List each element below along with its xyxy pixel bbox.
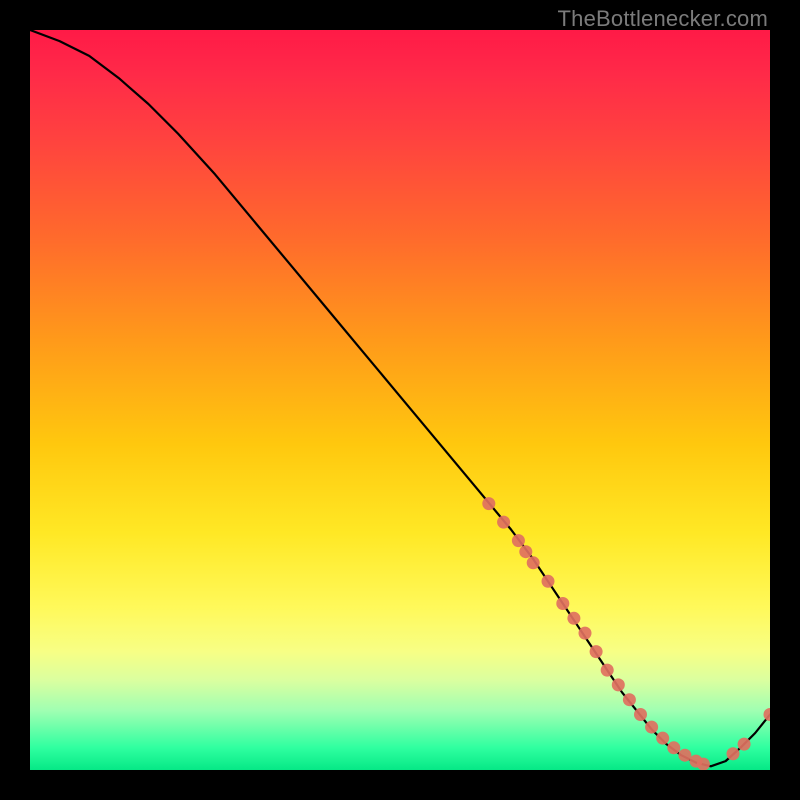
- marker-dot: [645, 721, 658, 734]
- marker-dot: [482, 497, 495, 510]
- marker-dot: [667, 741, 680, 754]
- marker-dot: [697, 758, 710, 770]
- marker-dot: [579, 627, 592, 640]
- chart-svg: [30, 30, 770, 770]
- marker-dot: [623, 693, 636, 706]
- marker-dot: [519, 545, 532, 558]
- marker-dot: [764, 708, 771, 721]
- marker-dot: [738, 738, 751, 751]
- marker-dot: [527, 556, 540, 569]
- marker-dot: [556, 597, 569, 610]
- marker-dot: [497, 516, 510, 529]
- plot-area: [30, 30, 770, 770]
- curve-line: [30, 30, 770, 766]
- marker-dot: [601, 664, 614, 677]
- marker-dot: [542, 575, 555, 588]
- chart-stage: TheBottlenecker.com: [0, 0, 800, 800]
- marker-dot: [567, 612, 580, 625]
- watermark-text: TheBottlenecker.com: [558, 6, 768, 32]
- marker-group: [482, 497, 770, 770]
- marker-dot: [512, 534, 525, 547]
- marker-dot: [656, 732, 669, 745]
- marker-dot: [590, 645, 603, 658]
- marker-dot: [678, 749, 691, 762]
- marker-dot: [612, 678, 625, 691]
- marker-dot: [727, 747, 740, 760]
- marker-dot: [634, 708, 647, 721]
